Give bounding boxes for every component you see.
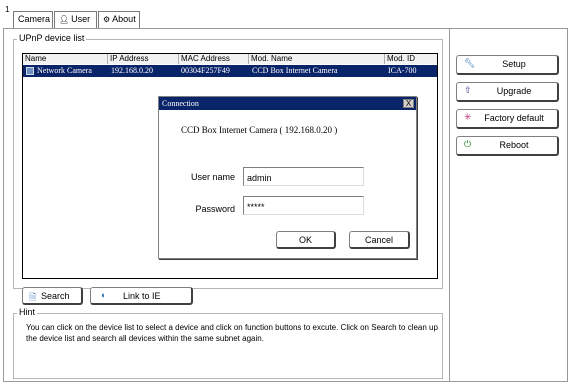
username-input[interactable] xyxy=(243,167,364,186)
upgrade-button-label: Upgrade xyxy=(496,86,532,96)
device-row[interactable]: Network Camera 192.168.0.20 00304F257F49… xyxy=(23,65,437,77)
link-to-ie-button[interactable]: ◖ Link to IE xyxy=(90,287,193,305)
search-icon: 🗎︎ xyxy=(29,292,37,302)
about-icon: ⚙ xyxy=(103,15,111,24)
dialog-device-info: CCD Box Internet Camera ( 192.168.0.20 ) xyxy=(181,125,338,135)
factory-default-button[interactable]: ✳ Factory default xyxy=(456,109,559,129)
device-name: Network Camera xyxy=(37,66,92,75)
link-to-ie-button-label: Link to IE xyxy=(123,291,161,301)
dialog-title: Connection xyxy=(162,99,199,108)
device-ip: 192.168.0.20 xyxy=(111,66,153,75)
close-icon[interactable]: X xyxy=(403,99,414,108)
dialog-titlebar[interactable]: Connection xyxy=(159,97,416,110)
device-mac: 00304F257F49 xyxy=(181,66,230,75)
column-header-mac[interactable]: MAC Address xyxy=(179,54,249,64)
internet-explorer-icon: ◖ xyxy=(100,290,106,300)
tab-user[interactable]: 👤︎ User xyxy=(54,11,97,28)
search-button-label: Search xyxy=(41,291,70,301)
search-button[interactable]: 🗎︎ Search xyxy=(22,287,83,305)
tab-camera[interactable]: Camera xyxy=(13,11,53,28)
device-name-cell: Network Camera xyxy=(23,65,92,77)
device-list-group-title: UPnP device list xyxy=(17,33,87,43)
tab-user-label: User xyxy=(71,14,91,24)
column-header-mod-id[interactable]: Mod. ID xyxy=(385,54,437,64)
user-icon: 👤︎ xyxy=(59,15,70,24)
username-label: User name xyxy=(190,172,235,182)
connection-dialog: Connection X CCD Box Internet Camera ( 1… xyxy=(158,96,417,259)
tab-camera-label: Camera xyxy=(18,14,51,24)
column-header-ip[interactable]: IP Address xyxy=(108,54,179,64)
column-header-name[interactable]: Name xyxy=(23,54,108,64)
reboot-button[interactable]: ⏻ Reboot xyxy=(456,136,559,156)
hint-group-title: Hint xyxy=(17,307,38,317)
device-list-header: Name IP Address MAC Address Mod. Name Mo… xyxy=(23,54,437,64)
column-header-mod-name[interactable]: Mod. Name xyxy=(249,54,385,64)
device-mod-name: CCD Box Internet Camera xyxy=(252,66,338,75)
setup-button[interactable]: 🔧︎ Setup xyxy=(456,55,559,75)
tab-index: 1 xyxy=(5,5,10,14)
tab-about[interactable]: ⚙ About xyxy=(98,11,140,28)
hint-text: You can click on the device list to sele… xyxy=(26,323,438,343)
factory-default-button-label: Factory default xyxy=(484,113,544,123)
ok-button[interactable]: OK xyxy=(276,231,336,249)
cancel-button-label: Cancel xyxy=(364,235,393,245)
tab-about-label: About xyxy=(112,14,136,24)
password-label: Password xyxy=(195,204,235,214)
device-mod-id: ICA-700 xyxy=(388,66,417,75)
reboot-button-label: Reboot xyxy=(499,140,529,150)
cancel-button[interactable]: Cancel xyxy=(349,231,410,249)
password-input[interactable] xyxy=(243,196,364,215)
setup-button-label: Setup xyxy=(502,59,526,69)
ok-button-label: OK xyxy=(298,235,312,245)
upgrade-button[interactable]: ⇧ Upgrade xyxy=(456,82,559,102)
camera-icon xyxy=(26,67,34,75)
side-divider xyxy=(449,28,450,382)
